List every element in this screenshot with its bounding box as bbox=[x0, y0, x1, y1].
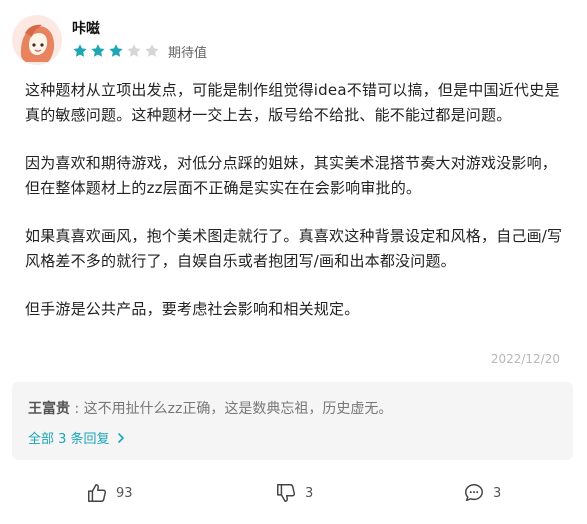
user-info: 咔嗞 期待值 bbox=[72, 20, 207, 61]
chevron-right-icon bbox=[117, 432, 125, 447]
reply-separator: : bbox=[74, 401, 80, 417]
star-icon bbox=[72, 43, 88, 59]
comment-body: 这种题材从立项出发点，可能是制作组觉得idea不错可以搞，但是中国近代史是真的敏… bbox=[25, 78, 565, 345]
view-all-replies-link[interactable]: 全部 3 条回复 bbox=[28, 428, 125, 447]
star-icon bbox=[126, 43, 142, 59]
comment-date: 2022/12/20 bbox=[490, 352, 560, 366]
comment-paragraph: 这种题材从立项出发点，可能是制作组觉得idea不错可以搞，但是中国近代史是真的敏… bbox=[25, 81, 560, 124]
thumbs-down-icon bbox=[277, 484, 296, 502]
username[interactable]: 咔嗞 bbox=[72, 20, 207, 38]
comment-bubble-icon bbox=[465, 484, 483, 502]
comment-paragraph: 如果真喜欢画风，抱个美术图走就行了。真喜欢这种背景设定和风格，自己画/写风格差不… bbox=[25, 227, 563, 270]
like-button[interactable]: 93 bbox=[86, 482, 133, 504]
rating-label: 期待值 bbox=[168, 45, 208, 61]
star-icon bbox=[90, 43, 106, 59]
dislike-count: 3 bbox=[305, 485, 314, 501]
comment-header: 咔嗞 期待值 bbox=[12, 12, 207, 68]
dislike-button[interactable]: 3 bbox=[275, 482, 313, 504]
star-icon bbox=[144, 43, 160, 59]
rating: 期待值 bbox=[72, 42, 207, 61]
action-bar: 93 3 3 bbox=[0, 482, 587, 512]
comment-count: 3 bbox=[493, 485, 502, 501]
avatar-illustration bbox=[12, 15, 62, 65]
comment-paragraph: 因为喜欢和期待游戏，对低分点踩的姐妹，其实美术混搭节奏大对游戏没影响，但在整体题… bbox=[25, 154, 558, 197]
thumbs-up-icon bbox=[88, 484, 107, 502]
reply-text: 这不用扯什么zz正确，这是数典忘祖，历史虚无。 bbox=[83, 401, 393, 417]
reply-author[interactable]: 王富贵 bbox=[28, 401, 70, 417]
like-count: 93 bbox=[116, 485, 133, 501]
comment-paragraph: 但手游是公共产品，要考虑社会影响和相关规定。 bbox=[25, 300, 360, 318]
avatar[interactable] bbox=[12, 15, 62, 65]
reply-preview[interactable]: 王富贵 : 这不用扯什么zz正确，这是数典忘祖，历史虚无。 全部 3 条回复 bbox=[12, 382, 573, 460]
comment-button[interactable]: 3 bbox=[463, 482, 501, 504]
reply-line: 王富贵 : 这不用扯什么zz正确，这是数典忘祖，历史虚无。 bbox=[28, 398, 392, 418]
view-all-replies-label: 全部 3 条回复 bbox=[28, 432, 110, 447]
star-icon bbox=[108, 43, 124, 59]
